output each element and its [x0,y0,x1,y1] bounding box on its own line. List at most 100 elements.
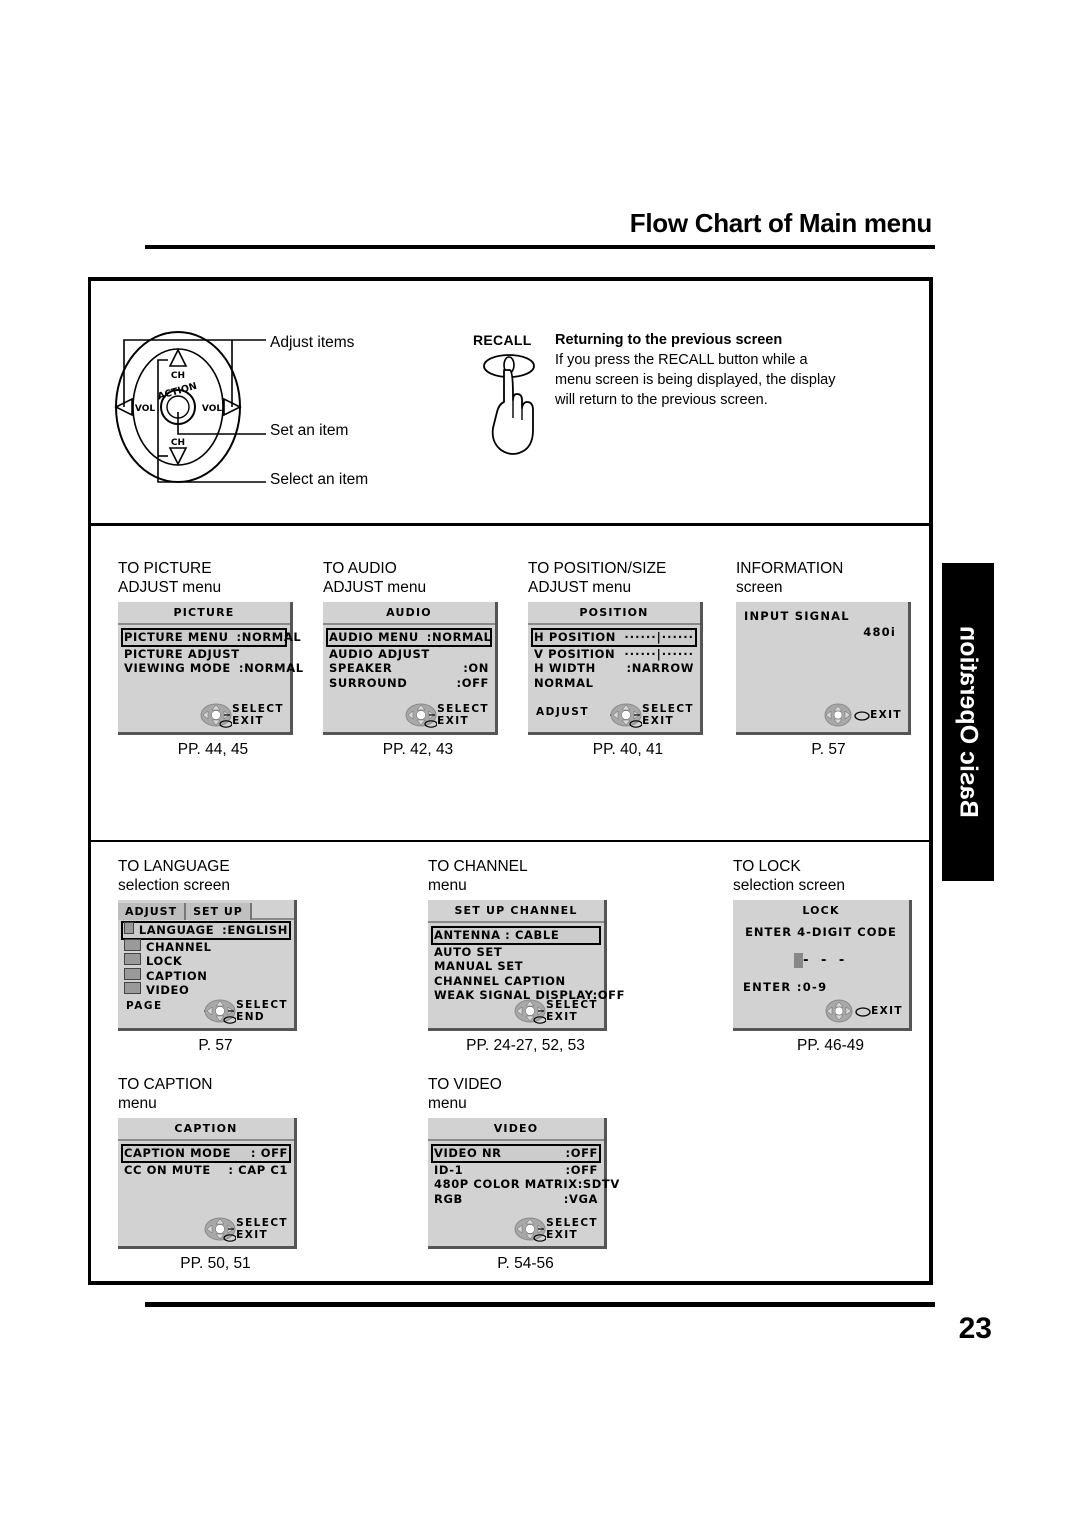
osd-row-list: CAPTION MODE : OFF CC ON MUTE : CAP C1 [118,1141,294,1177]
cell-to-caption: TO CAPTION menu CAPTION CAPTION MODE : O… [118,1075,313,1273]
osd-row-label: V POSITION [534,646,616,661]
osd-row-label: H WIDTH [534,661,596,675]
channel-icon [124,938,141,951]
osd-row-value: :OFF [565,1146,598,1160]
osd-row[interactable]: CC ON MUTE : CAP C1 [124,1163,288,1178]
osd-row-value: :OFF [565,1162,598,1177]
osd-row-label: CHANNEL CAPTION [434,973,566,988]
osd-row-list: AUDIO MENU :NORMAL AUDIO ADJUST SPEAKER … [323,625,495,690]
cell-title: TO CAPTION [118,1076,213,1093]
osd-row-label: LANGUAGE [138,923,215,937]
osd-row-value: : OFF [250,1146,288,1160]
osd-lock-screen: LOCK ENTER 4-DIGIT CODE -- - - ENTER :0-… [733,900,912,1031]
navigation-pad-icon [405,703,438,728]
osd-row-label: H POSITION [534,630,616,644]
osd-nav-labels: SELECT EXIT [236,1217,288,1241]
osd-row[interactable]: CAPTION MODE : OFF [121,1144,291,1163]
language-icon [124,922,134,934]
osd-row-label: PICTURE MENU [124,630,229,644]
cell-page-reference: PP. 24-27, 52, 53 [466,1037,585,1054]
osd-row-value: :NARROW [626,661,694,675]
osd-channel-menu: SET UP CHANNEL ANTENNA : CABLE AUTO SET … [428,900,624,1031]
osd-position-menu: POSITION H POSITION ······|······ V POSI… [528,602,703,735]
cell-page-reference: PP. 42, 43 [382,741,454,758]
cell-title: TO VIDEO [428,1076,502,1093]
osd-row[interactable]: CAPTION [124,967,288,984]
osd-row[interactable]: PICTURE MENU :NORMAL [121,628,301,647]
svg-text:VOL: VOL [135,404,155,414]
osd-row[interactable]: CHANNEL [124,938,288,955]
osd-row[interactable]: ANTENNA : CABLE [431,926,601,945]
navigation-pad-icon [204,1217,237,1242]
cell-to-lock: TO LOCK selection screen LOCK ENTER 4-DI… [733,857,928,1055]
cell-title: TO LANGUAGE [118,858,230,875]
osd-title: AUDIO [323,602,495,625]
navigation-pad-icon [610,703,643,728]
cell-page-reference: P. 54-56 [497,1255,554,1272]
osd-row[interactable]: NORMAL [534,676,694,691]
nav-select-label: SELECT [642,703,694,715]
osd-row-value: :SDTV [577,1177,620,1191]
osd-row-list: LANGUAGE :ENGLISH CHANNEL LOCK CAPTION V… [118,920,294,998]
lock-enter-label: ENTER :0-9 [743,980,828,994]
osd-row[interactable]: VIDEO [124,982,288,998]
exit-loop-icon [855,1007,871,1017]
osd-row[interactable]: LANGUAGE :ENGLISH [121,921,291,940]
osd-row[interactable]: LOCK [124,953,288,969]
frame-left-border-upper [88,277,91,525]
osd-row-label: NORMAL [534,675,594,690]
osd-nav-labels: SELECT EXIT [546,999,598,1023]
cell-subtitle: menu [428,877,467,894]
osd-row-label: RGB [434,1191,463,1206]
cell-information: INFORMATION screen INPUT SIGNAL 480i EXI [736,559,921,759]
content-frame: CH CH VOL VOL ACTION Adjust items Set an… [88,277,933,1285]
osd-row-value: :ON [463,661,489,675]
osd-row[interactable]: CHANNEL CAPTION [434,974,598,989]
osd-row[interactable]: RGB :VGA [434,1192,598,1207]
osd-row[interactable]: SURROUND :OFF [329,676,489,691]
osd-row-label: SPEAKER [329,661,393,675]
cell-subtitle: ADJUST menu [323,579,427,596]
osd-row[interactable]: V POSITION ······|······ [534,647,694,662]
osd-row[interactable]: SPEAKER :ON [329,661,489,676]
nav-exit-label: EXIT [232,715,265,727]
osd-nav-footer: SELECT END [204,998,288,1024]
osd-row-label: VIDEO [146,983,190,997]
osd-row-label: ANTENNA : CABLE [434,928,560,942]
osd-row[interactable]: AUDIO MENU :NORMAL [326,628,492,647]
osd-title: VIDEO [428,1118,604,1141]
osd-nav-labels: EXIT [871,1005,903,1017]
osd-row[interactable]: VIEWING MODE :NORMAL [124,661,303,676]
osd-row-label: AUDIO ADJUST [329,646,430,661]
input-signal-value: 480i [863,625,896,639]
osd-row[interactable]: VIDEO NR :OFF [431,1144,601,1163]
navigation-pad-icon [204,999,237,1024]
nav-exit-label: EXIT [870,709,902,721]
osd-nav-footer: SELECT EXIT [610,702,694,728]
tab-set-up[interactable]: SET UP [186,903,252,920]
recall-heading: Returning to the previous screen [555,332,783,348]
osd-nav-footer: SELECT EXIT [405,702,489,728]
nav-select-label: SELECT [437,703,489,715]
osd-row-label: VIEWING MODE [124,661,231,675]
osd-row[interactable]: PICTURE ADJUST [124,647,284,662]
cell-title: TO AUDIO [323,560,397,577]
osd-row-label: CAPTION [146,968,208,983]
osd-row[interactable]: MANUAL SET [434,959,598,974]
osd-row[interactable]: AUDIO ADJUST [329,647,489,662]
osd-row[interactable]: ID-1 :OFF [434,1163,598,1178]
tab-bar-fill [251,900,294,920]
remote-control-diagram: CH CH VOL VOL ACTION Adjust items Set an… [106,312,406,502]
osd-row-label: 480P COLOR MATRIX [434,1177,578,1191]
nav-exit-label: EXIT [546,1011,579,1023]
cell-subtitle: selection screen [118,877,231,894]
nav-exit-label: EXIT [871,1005,903,1017]
tab-adjust[interactable]: ADJUST [118,903,187,920]
osd-row[interactable]: AUTO SET [434,945,598,960]
osd-row[interactable]: 480P COLOR MATRIX :SDTV [434,1177,619,1192]
lock-code-field[interactable]: -- - - [733,953,909,968]
osd-row[interactable]: H WIDTH :NARROW [534,661,694,676]
osd-row[interactable]: H POSITION ······|······ [531,628,697,647]
lock-code-rest: - - - [803,953,849,968]
recall-line-1: If you press the RECALL button while a [555,352,808,368]
